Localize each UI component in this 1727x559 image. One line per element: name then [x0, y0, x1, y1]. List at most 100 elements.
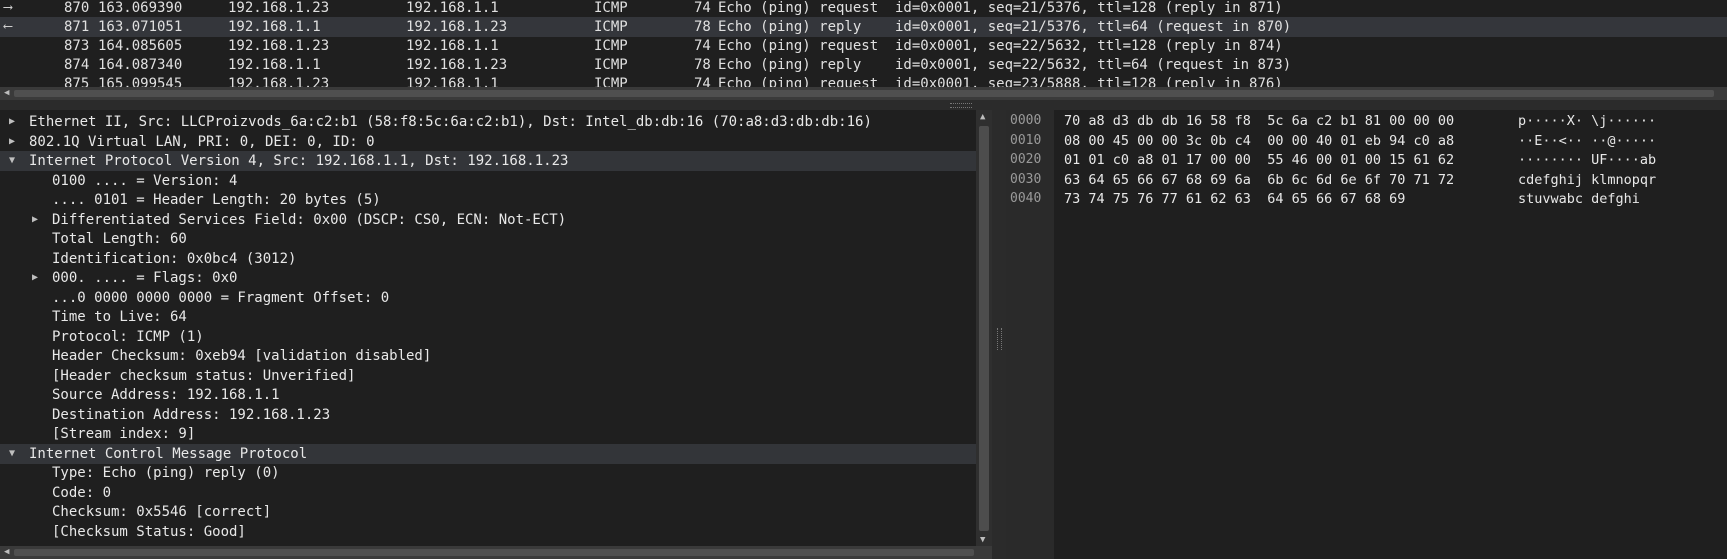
packet-time: 164.085605 [98, 38, 183, 54]
detail-row[interactable]: Type: Echo (ping) reply (0) [0, 463, 976, 483]
detail-label: Time to Live: 64 [52, 309, 187, 325]
detail-row[interactable]: [Header checksum status: Unverified] [0, 366, 976, 386]
detail-row[interactable]: 0100 .... = Version: 4 [0, 171, 976, 191]
detail-label: Internet Protocol Version 4, Src: 192.16… [29, 153, 569, 169]
packet-time: 163.071051 [98, 19, 183, 35]
expand-arrow-icon[interactable]: ▼ [6, 151, 18, 171]
ascii-bytes[interactable]: cdefghij klmnopqr [1518, 170, 1656, 190]
detail-label: ...0 0000 0000 0000 = Fragment Offset: 0 [52, 289, 390, 306]
detail-row[interactable]: [Stream index: 9] [0, 424, 976, 444]
detail-row[interactable]: ▶ 000. .... = Flags: 0x0 [0, 268, 976, 288]
detail-label: Checksum: 0x5546 [correct] [52, 504, 272, 520]
detail-row[interactable]: Destination Address: 192.168.1.23 [0, 405, 976, 425]
packet-len: 74 [694, 76, 711, 87]
detail-row[interactable]: .... 0101 = Header Length: 20 bytes (5) [0, 190, 976, 210]
packet-no: 875 [64, 76, 90, 87]
detail-label: Internet Control Message Protocol [29, 445, 308, 462]
packet-src: 192.168.1.1 [228, 57, 321, 73]
hex-bytes[interactable]: 70 a8 d3 db db 16 58 f8 5c 6a c2 b1 81 0… [1064, 111, 1454, 131]
reply-arrow-icon: ⟵ [4, 19, 12, 34]
packet-dst: 192.168.1.23 [406, 57, 508, 73]
byte-offset: 0040 [1010, 191, 1042, 206]
vertical-splitter[interactable] [992, 110, 1006, 559]
packet-dst: 192.168.1.1 [406, 76, 499, 87]
packet-time: 163.069390 [98, 0, 183, 16]
request-arrow-icon: ⟶ [4, 0, 12, 15]
detail-row[interactable]: Code: 0 [0, 483, 976, 503]
detail-label: Total Length: 60 [52, 231, 187, 247]
packet-proto: ICMP [594, 57, 628, 73]
packet-row[interactable]: 875 165.099545 192.168.1.23 192.168.1.1 … [0, 74, 1727, 87]
detail-row[interactable]: [Checksum Status: Good] [0, 522, 976, 542]
packet-row[interactable]: ⟵ 871 163.071051 192.168.1.1 192.168.1.2… [0, 17, 1727, 37]
detail-row[interactable]: Time to Live: 64 [0, 307, 976, 327]
ascii-bytes[interactable]: p·····X· \j······ [1518, 111, 1656, 131]
collapse-arrow-icon[interactable]: ▶ [29, 268, 41, 288]
detail-row[interactable]: ▼ Internet Control Message Protocol [0, 443, 976, 464]
scrollbar-thumb[interactable] [14, 549, 974, 556]
packet-info: Echo (ping) reply id=0x0001, seq=22/5632… [718, 57, 1292, 73]
byte-offset: 0010 [1010, 132, 1042, 148]
detail-label: Protocol: ICMP (1) [52, 328, 204, 345]
offset-column: 0000 0010 0020 0030 0040 [1006, 110, 1054, 559]
detail-label: 802.1Q Virtual LAN, PRI: 0, DEI: 0, ID: … [29, 133, 375, 150]
detail-label: 000. .... = Flags: 0x0 [52, 270, 238, 286]
detail-row[interactable]: Checksum: 0x5546 [correct] [0, 502, 976, 522]
packet-proto: ICMP [594, 38, 628, 54]
detail-label: Type: Echo (ping) reply (0) [52, 465, 280, 481]
splitter-grip-icon [950, 103, 972, 108]
ascii-bytes[interactable]: ··E··<·· ··@····· [1518, 131, 1656, 151]
ascii-bytes[interactable]: ········ UF····ab [1518, 150, 1656, 170]
hex-bytes[interactable]: 08 00 45 00 00 3c 0b c4 00 00 40 01 eb 9… [1064, 131, 1454, 151]
byte-offset: 0020 [1010, 152, 1042, 167]
detail-row[interactable]: Total Length: 60 [0, 229, 976, 249]
detail-label: Differentiated Services Field: 0x00 (DSC… [52, 211, 567, 228]
ascii-bytes[interactable]: stuvwabc defghi [1518, 189, 1640, 209]
packet-bytes-pane: 0000 0010 0020 0030 0040 70 a8 d3 db db 16 5… [1006, 110, 1727, 559]
scroll-left-icon[interactable]: ◀ [4, 546, 9, 559]
packet-details-tree: ▶ Ethernet II, Src: LLCProizvods_6a:c2:b1… [0, 110, 976, 550]
detail-row[interactable]: ▶ Differentiated Services Field: 0x00 (DS… [0, 210, 976, 230]
details-horizontal-scrollbar[interactable]: ◀ [0, 546, 992, 559]
byte-offset: 0000 [1010, 113, 1042, 128]
scrollbar-thumb[interactable] [14, 90, 1714, 97]
packet-info: Echo (ping) request id=0x0001, seq=23/58… [718, 76, 1283, 87]
detail-label: [Header checksum status: Unverified] [52, 367, 356, 384]
details-vertical-scrollbar[interactable]: ▲ ▼ [976, 110, 992, 550]
scrollbar-thumb[interactable] [979, 126, 989, 531]
detail-row[interactable]: Protocol: ICMP (1) [0, 327, 976, 347]
packet-list: ⟶ 870 163.069390 192.168.1.23 192.168.1.… [0, 0, 1727, 87]
hex-bytes[interactable]: 73 74 75 76 77 61 62 63 64 65 66 67 68 6… [1064, 189, 1405, 209]
detail-row[interactable]: Source Address: 192.168.1.1 [0, 385, 976, 405]
scroll-left-icon[interactable]: ◀ [4, 87, 9, 100]
packet-row[interactable]: ⟶ 870 163.069390 192.168.1.23 192.168.1.… [0, 0, 1727, 18]
packet-row[interactable]: 873 164.085605 192.168.1.23 192.168.1.1 … [0, 36, 1727, 56]
detail-label: .... 0101 = Header Length: 20 bytes (5) [52, 192, 381, 208]
detail-row[interactable]: ...0 0000 0000 0000 = Fragment Offset: 0 [0, 288, 976, 308]
packet-list-horizontal-scrollbar[interactable]: ◀ [0, 87, 1727, 100]
detail-row[interactable]: ▼ Internet Protocol Version 4, Src: 192.1… [0, 151, 976, 171]
scroll-up-icon[interactable]: ▲ [980, 111, 985, 124]
detail-row[interactable]: ▶ Ethernet II, Src: LLCProizvods_6a:c2:b1… [0, 112, 976, 132]
detail-row[interactable]: Identification: 0x0bc4 (3012) [0, 249, 976, 269]
detail-label: 0100 .... = Version: 4 [52, 172, 238, 189]
packet-no: 874 [64, 57, 90, 73]
packet-dst: 192.168.1.1 [406, 0, 499, 16]
packet-info: Echo (ping) request id=0x0001, seq=22/56… [718, 38, 1283, 54]
collapse-arrow-icon[interactable]: ▶ [29, 210, 41, 230]
detail-label: [Stream index: 9] [52, 426, 196, 442]
collapse-arrow-icon[interactable]: ▶ [6, 112, 18, 132]
expand-arrow-icon[interactable]: ▼ [6, 444, 18, 464]
splitter-grip-icon [997, 328, 1002, 350]
detail-row[interactable]: ▶ 802.1Q Virtual LAN, PRI: 0, DEI: 0, ID:… [0, 132, 976, 152]
packet-no: 873 [64, 38, 90, 54]
collapse-arrow-icon[interactable]: ▶ [6, 132, 18, 152]
byte-offset: 0030 [1010, 171, 1042, 187]
detail-label: Destination Address: 192.168.1.23 [52, 406, 331, 423]
hex-bytes[interactable]: 01 01 c0 a8 01 17 00 00 55 46 00 01 00 1… [1064, 150, 1454, 170]
horizontal-splitter[interactable] [0, 100, 1727, 110]
packet-row[interactable]: 874 164.087340 192.168.1.1 192.168.1.23 … [0, 55, 1727, 75]
packet-len: 78 [694, 19, 711, 35]
detail-row[interactable]: Header Checksum: 0xeb94 [validation disa… [0, 346, 976, 366]
hex-bytes[interactable]: 63 64 65 66 67 68 69 6a 6b 6c 6d 6e 6f 7… [1064, 170, 1454, 190]
